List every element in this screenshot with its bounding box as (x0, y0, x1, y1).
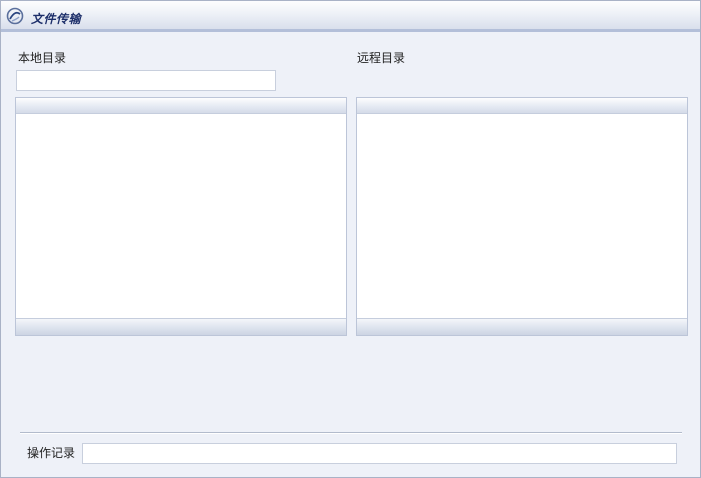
remote-directory-label: 远程目录 (357, 51, 406, 65)
local-list-header[interactable] (16, 98, 346, 114)
local-list-body[interactable] (16, 114, 346, 318)
local-directory-label: 本地目录 (18, 51, 67, 65)
divider (20, 432, 682, 434)
local-file-list[interactable] (15, 97, 347, 336)
operation-log-field[interactable] (82, 443, 677, 464)
remote-list-header[interactable] (357, 98, 687, 114)
local-list-scrollbar[interactable] (16, 318, 346, 335)
file-transfer-window: 文件传输 本地目录 远程目录 操作记录 (0, 0, 701, 478)
title-bar[interactable]: 文件传输 (1, 1, 700, 32)
app-swirl-icon (6, 7, 24, 25)
local-path-input[interactable] (16, 70, 276, 91)
operation-log-label: 操作记录 (27, 446, 76, 460)
window-title: 文件传输 (31, 12, 82, 26)
remote-list-body[interactable] (357, 114, 687, 318)
remote-list-scrollbar[interactable] (357, 318, 687, 335)
remote-file-list[interactable] (356, 97, 688, 336)
